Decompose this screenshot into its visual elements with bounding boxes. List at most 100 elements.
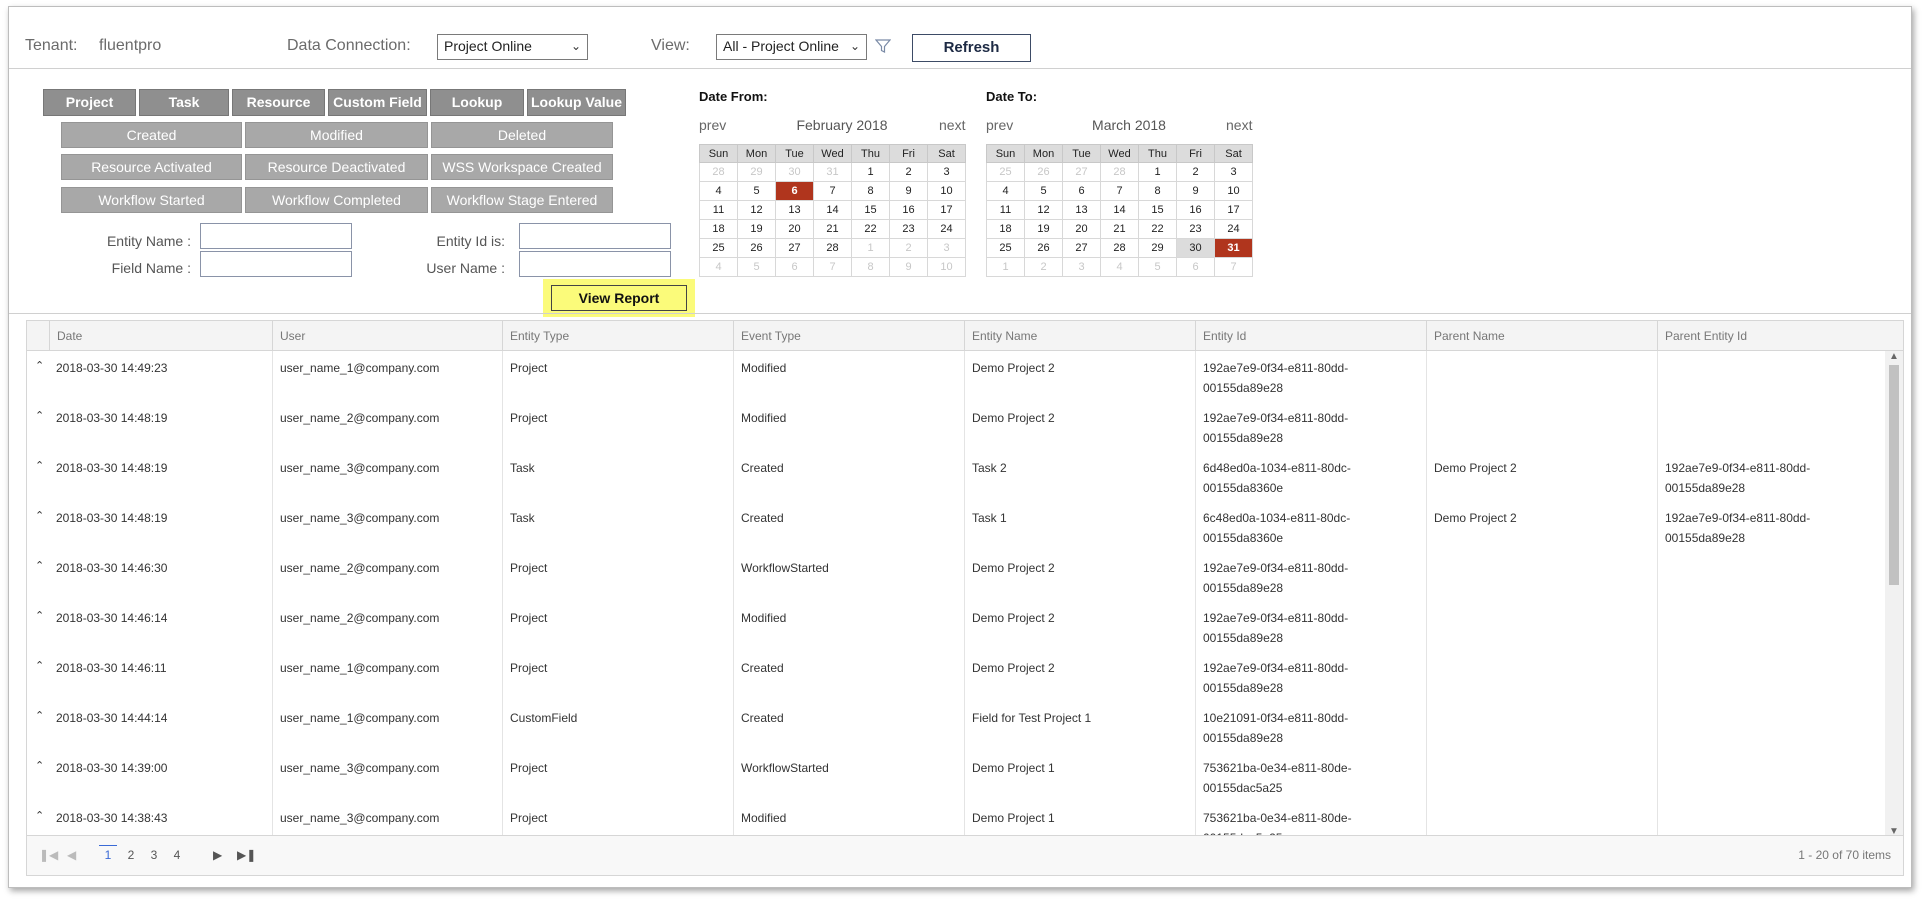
calendar-prev-link[interactable]: prev (699, 117, 726, 133)
field-name-input[interactable] (200, 251, 352, 277)
calendar-day[interactable]: 22 (1138, 219, 1177, 239)
calendar-day[interactable]: 5 (1138, 257, 1177, 277)
calendar-day[interactable]: 21 (813, 219, 852, 239)
calendar-day[interactable]: 5 (737, 181, 776, 201)
calendar-day[interactable]: 27 (1062, 238, 1101, 258)
calendar-day[interactable]: 25 (699, 238, 738, 258)
calendar-day[interactable]: 8 (851, 257, 890, 277)
view-select[interactable]: All - Project Online ⌄ (716, 34, 867, 60)
event-button-workflow-stage-entered[interactable]: Workflow Stage Entered (431, 187, 613, 213)
event-button-created[interactable]: Created (61, 122, 242, 148)
calendar-day[interactable]: 29 (1138, 238, 1177, 258)
entity-button-project[interactable]: Project (43, 89, 136, 116)
page-number[interactable]: 3 (145, 848, 163, 862)
entity-button-resource[interactable]: Resource (232, 89, 325, 116)
page-number[interactable]: 4 (168, 848, 186, 862)
table-row[interactable]: ⌃ 2018-03-30 14:48:19 user_name_2@company.… (27, 401, 1887, 451)
calendar-day[interactable]: 17 (1214, 200, 1253, 220)
calendar-day[interactable]: 20 (1062, 219, 1101, 239)
calendar-day[interactable]: 6 (775, 257, 814, 277)
calendar-day[interactable]: 7 (1100, 181, 1139, 201)
prev-page-icon[interactable]: ◀ (67, 848, 76, 862)
calendar-next-link[interactable]: next (1226, 117, 1252, 133)
calendar-day[interactable]: 7 (813, 257, 852, 277)
calendar-day[interactable]: 6 (775, 181, 814, 201)
calendar-day[interactable]: 3 (927, 238, 966, 258)
calendar-day[interactable]: 18 (986, 219, 1025, 239)
calendar-day[interactable]: 26 (1024, 238, 1063, 258)
event-button-wss-workspace-created[interactable]: WSS Workspace Created (431, 154, 613, 180)
table-row[interactable]: ⌃ 2018-03-30 14:44:14 user_name_1@company.… (27, 701, 1887, 751)
page-number[interactable]: 2 (122, 848, 140, 862)
column-header-entity-type[interactable]: Entity Type (502, 321, 733, 351)
calendar-day[interactable]: 2 (1024, 257, 1063, 277)
calendar-day[interactable]: 22 (851, 219, 890, 239)
event-button-workflow-started[interactable]: Workflow Started (61, 187, 242, 213)
table-row[interactable]: ⌃ 2018-03-30 14:48:19 user_name_3@company.… (27, 451, 1887, 501)
entity-button-lookup-value[interactable]: Lookup Value (527, 89, 626, 116)
calendar-day[interactable]: 13 (1062, 200, 1101, 220)
table-row[interactable]: ⌃ 2018-03-30 14:38:43 user_name_3@company.… (27, 801, 1887, 837)
calendar-day[interactable]: 18 (699, 219, 738, 239)
calendar-day[interactable]: 2 (889, 238, 928, 258)
next-page-icon[interactable]: ▶ (213, 848, 222, 862)
calendar-day[interactable]: 9 (889, 181, 928, 201)
event-button-modified[interactable]: Modified (245, 122, 428, 148)
calendar-day[interactable]: 1 (986, 257, 1025, 277)
calendar-day[interactable]: 17 (927, 200, 966, 220)
data-connection-select[interactable]: Project Online ⌄ (437, 34, 588, 60)
calendar-day[interactable]: 26 (1024, 162, 1063, 182)
calendar-day[interactable]: 28 (1100, 238, 1139, 258)
entity-id-input[interactable] (519, 223, 671, 249)
column-header-parent-name[interactable]: Parent Name (1426, 321, 1657, 351)
calendar-day[interactable]: 2 (1176, 162, 1215, 182)
calendar-next-link[interactable]: next (939, 117, 965, 133)
table-row[interactable]: ⌃ 2018-03-30 14:46:30 user_name_2@company.… (27, 551, 1887, 601)
calendar-day[interactable]: 13 (775, 200, 814, 220)
calendar-day[interactable]: 10 (1214, 181, 1253, 201)
calendar-day[interactable]: 11 (986, 200, 1025, 220)
calendar-day[interactable]: 20 (775, 219, 814, 239)
event-button-resource-activated[interactable]: Resource Activated (61, 154, 242, 180)
calendar-day[interactable]: 4 (699, 257, 738, 277)
column-header-user[interactable]: User (272, 321, 502, 351)
calendar-day[interactable]: 14 (813, 200, 852, 220)
calendar-day[interactable]: 28 (813, 238, 852, 258)
calendar-day[interactable]: 5 (1024, 181, 1063, 201)
calendar-day[interactable]: 30 (775, 162, 814, 182)
calendar-day[interactable]: 8 (1138, 181, 1177, 201)
funnel-icon[interactable] (875, 38, 891, 54)
expand-row-icon[interactable]: ⌃ (35, 809, 44, 822)
calendar-day[interactable]: 23 (889, 219, 928, 239)
calendar-day[interactable]: 24 (927, 219, 966, 239)
calendar-prev-link[interactable]: prev (986, 117, 1013, 133)
event-button-deleted[interactable]: Deleted (431, 122, 613, 148)
calendar-day[interactable]: 4 (986, 181, 1025, 201)
calendar-day[interactable]: 14 (1100, 200, 1139, 220)
expand-row-icon[interactable]: ⌃ (35, 759, 44, 772)
expand-row-icon[interactable]: ⌃ (35, 709, 44, 722)
calendar-day[interactable]: 10 (927, 181, 966, 201)
calendar-day[interactable]: 26 (737, 238, 776, 258)
calendar-day[interactable]: 7 (813, 181, 852, 201)
calendar-day[interactable]: 21 (1100, 219, 1139, 239)
scrollbar-thumb[interactable] (1889, 365, 1899, 585)
expand-row-icon[interactable]: ⌃ (35, 509, 44, 522)
calendar-day[interactable]: 16 (1176, 200, 1215, 220)
calendar-day[interactable]: 1 (1138, 162, 1177, 182)
column-header-event-type[interactable]: Event Type (733, 321, 964, 351)
calendar-day[interactable]: 12 (1024, 200, 1063, 220)
calendar-day[interactable]: 31 (1214, 238, 1253, 258)
first-page-icon[interactable]: ❚◀ (39, 848, 58, 862)
calendar-day[interactable]: 19 (737, 219, 776, 239)
entity-name-input[interactable] (200, 223, 352, 249)
calendar-day[interactable]: 1 (851, 238, 890, 258)
column-header-entity-id[interactable]: Entity Id (1195, 321, 1426, 351)
calendar-day[interactable]: 15 (851, 200, 890, 220)
expand-row-icon[interactable]: ⌃ (35, 659, 44, 672)
calendar-day[interactable]: 4 (699, 181, 738, 201)
calendar-day[interactable]: 6 (1176, 257, 1215, 277)
event-button-workflow-completed[interactable]: Workflow Completed (245, 187, 428, 213)
calendar-day[interactable]: 9 (889, 257, 928, 277)
calendar-day[interactable]: 25 (986, 238, 1025, 258)
